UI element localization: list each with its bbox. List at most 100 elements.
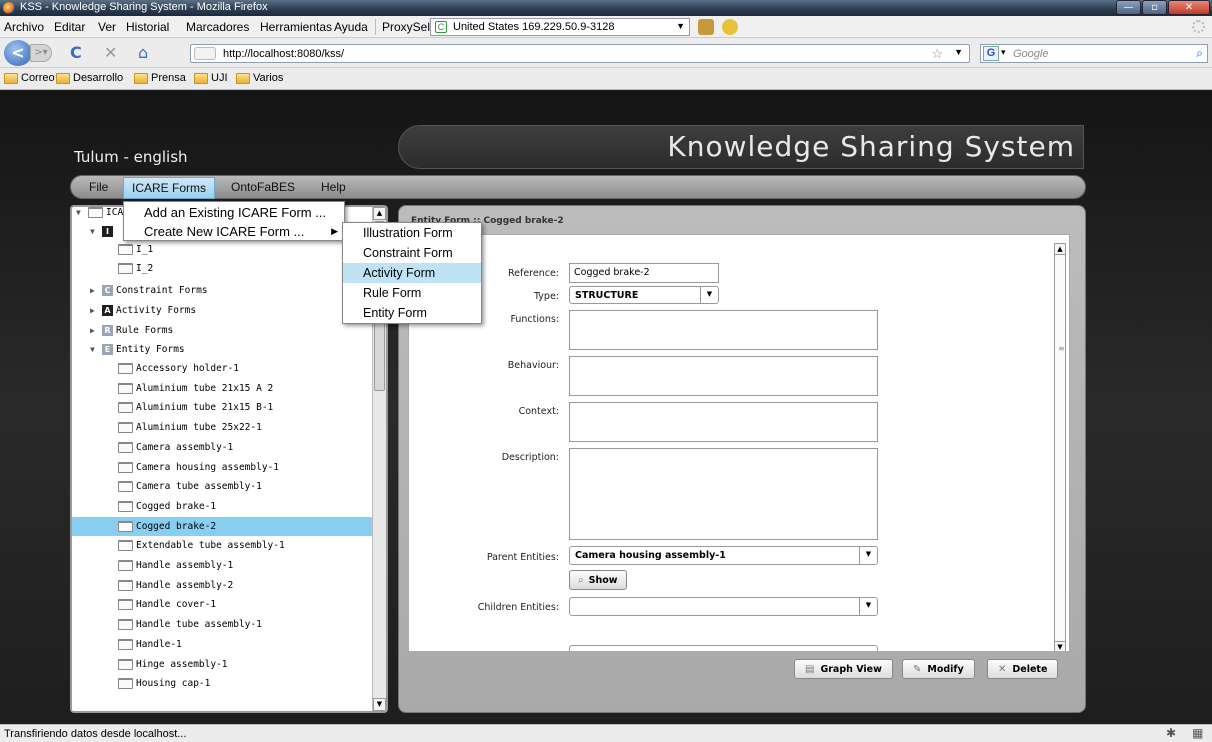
menu-item-entity-form[interactable]: Entity Form: [343, 303, 481, 323]
bookmark-folder-correo[interactable]: Correo: [4, 72, 55, 84]
tree-constraint-forms[interactable]: ▶ C Constraint Forms: [90, 281, 208, 300]
show-button[interactable]: ⌕ Show: [569, 570, 627, 590]
graph-view-button[interactable]: ▤ Graph View: [794, 659, 893, 679]
reference-field[interactable]: Cogged brake-2: [569, 263, 719, 283]
delete-button[interactable]: ✕ Delete: [987, 659, 1059, 679]
collapse-icon[interactable]: ▶: [90, 281, 99, 300]
bookmark-folder-desarrollo[interactable]: Desarrollo: [56, 72, 123, 84]
menu-archivo[interactable]: Archivo: [4, 20, 44, 34]
bookmark-folder-varios[interactable]: Varios: [236, 72, 283, 84]
parent-entities-select[interactable]: Camera housing assembly-1 ▼: [569, 546, 878, 565]
tree-entity-item[interactable]: Housing cap-1: [118, 674, 210, 693]
context-field[interactable]: [569, 402, 878, 442]
tree-item[interactable]: I_1: [118, 240, 153, 259]
tree-entity-item[interactable]: Handle assembly-2: [118, 576, 233, 595]
behaviour-field[interactable]: [569, 356, 878, 396]
tree-item[interactable]: I_2: [118, 259, 153, 278]
tree-entity-item[interactable]: Extendable tube assembly-1: [118, 536, 285, 555]
menu-herramientas[interactable]: Herramientas: [260, 20, 332, 34]
menu-item-create-new[interactable]: Create New ICARE Form ...: [144, 224, 304, 239]
tree-entity-item[interactable]: Camera housing assembly-1: [118, 458, 279, 477]
tree-entity-item[interactable]: Handle-1: [118, 635, 182, 654]
description-field[interactable]: [569, 448, 878, 540]
menu-icare-forms[interactable]: ICARE Forms: [123, 177, 216, 199]
tree-activity-forms[interactable]: ▶ A Activity Forms: [90, 301, 196, 320]
tree-entity-item[interactable]: Handle cover-1: [118, 595, 216, 614]
bookmark-star-icon[interactable]: ☆: [931, 46, 943, 62]
bookmark-label: Desarrollo: [73, 72, 124, 84]
toolbar-extension-icon[interactable]: [698, 19, 714, 35]
tree-illustration-forms[interactable]: ▼ I: [90, 222, 113, 241]
expand-icon[interactable]: ▼: [90, 222, 99, 241]
toolbar-smiley-icon[interactable]: [722, 19, 738, 35]
functions-field[interactable]: [569, 310, 878, 350]
url-bar[interactable]: http://localhost:8080/kss/ ☆ ▼: [190, 44, 970, 63]
menu-item-activity-form[interactable]: Activity Form: [343, 263, 481, 283]
children-entities-select[interactable]: ▼: [569, 597, 878, 616]
partial-field-below[interactable]: [569, 645, 878, 651]
menu-file[interactable]: File: [89, 180, 108, 194]
scroll-down-icon[interactable]: ▼: [373, 698, 386, 711]
bug-icon[interactable]: ✱: [1166, 726, 1176, 740]
url-dropdown-icon[interactable]: ▼: [954, 47, 963, 57]
menu-help[interactable]: Help: [321, 180, 346, 194]
collapse-icon[interactable]: ▶: [90, 321, 99, 340]
expand-icon[interactable]: ▼: [90, 340, 99, 359]
menu-historial[interactable]: Historial: [126, 20, 169, 34]
network-icon[interactable]: ▦: [1192, 726, 1203, 740]
modify-button[interactable]: ✎ Modify: [902, 659, 975, 679]
children-entities-label: Children Entities:: [477, 602, 559, 613]
scroll-up-icon[interactable]: ▲: [373, 207, 386, 220]
expand-icon[interactable]: ▼: [76, 207, 85, 222]
back-button[interactable]: <: [4, 40, 32, 66]
menu-item-rule-form[interactable]: Rule Form: [343, 283, 481, 303]
bookmark-folder-prensa[interactable]: Prensa: [134, 72, 186, 84]
reload-icon[interactable]: C: [70, 44, 82, 62]
scroll-up-icon[interactable]: ▲: [1054, 243, 1066, 255]
tree-entity-item[interactable]: Cogged brake-2: [72, 516, 375, 536]
tree-entity-item[interactable]: Aluminium tube 21x15 A 2: [118, 379, 273, 398]
close-window-button[interactable]: ✕: [1168, 0, 1210, 15]
proxysel-label[interactable]: ProxySel: [382, 20, 430, 34]
tree-entity-item[interactable]: Camera tube assembly-1: [118, 477, 262, 496]
google-engine-icon[interactable]: G: [983, 46, 999, 61]
bookmark-label: Varios: [253, 72, 284, 84]
menu-item-illustration-form[interactable]: Illustration Form: [343, 223, 481, 243]
home-icon[interactable]: ⌂: [138, 44, 148, 62]
rule-badge-icon: R: [102, 325, 113, 336]
search-icon[interactable]: ⌕: [1196, 46, 1203, 61]
tree-rule-forms[interactable]: ▶ R Rule Forms: [90, 321, 173, 340]
site-identity-icon[interactable]: [194, 47, 216, 60]
menu-marcadores[interactable]: Marcadores: [186, 20, 249, 34]
tree-entity-item[interactable]: Aluminium tube 21x15 B-1: [118, 398, 273, 417]
tree-entity-item[interactable]: Camera assembly-1: [118, 438, 233, 457]
type-select[interactable]: STRUCTURE ▼: [569, 286, 719, 304]
tree-entity-item[interactable]: Handle tube assembly-1: [118, 615, 262, 634]
tree-entity-item[interactable]: Accessory holder-1: [118, 359, 239, 378]
tree-entity-item[interactable]: Hinge assembly-1: [118, 655, 228, 674]
tree-entity-item[interactable]: Cogged brake-1: [118, 497, 216, 516]
menu-editar[interactable]: Editar: [54, 20, 85, 34]
menu-ver[interactable]: Ver: [98, 20, 116, 34]
search-bar[interactable]: G ▾ Google ⌕: [980, 44, 1208, 63]
maximize-button[interactable]: ▫: [1142, 0, 1167, 15]
scroll-grip-icon[interactable]: ≡: [1058, 344, 1065, 353]
search-engine-dropdown-icon[interactable]: ▾: [1001, 47, 1006, 58]
bookmark-folder-uji[interactable]: UJI: [194, 72, 228, 84]
menu-item-constraint-form[interactable]: Constraint Form: [343, 243, 481, 263]
scroll-down-icon[interactable]: ▼: [1054, 641, 1066, 651]
tree-item-label: I_1: [136, 244, 154, 255]
forward-button[interactable]: >▾: [30, 44, 52, 62]
tree-entity-forms[interactable]: ▼ E Entity Forms: [90, 340, 185, 359]
proxy-select[interactable]: C United States 169.229.50.9-3128 ▼: [430, 18, 690, 36]
collapse-icon[interactable]: ▶: [90, 301, 99, 320]
tree-entity-item[interactable]: Aluminium tube 25x22-1: [118, 418, 262, 437]
stop-icon[interactable]: ✕: [104, 44, 117, 62]
minimize-button[interactable]: —: [1116, 0, 1141, 15]
menu-ontofabes[interactable]: OntoFaBES: [231, 180, 295, 194]
menu-ayuda[interactable]: Ayuda: [334, 20, 368, 34]
menu-item-add-existing[interactable]: Add an Existing ICARE Form ...: [144, 205, 326, 220]
form-scrollbar[interactable]: ▲ ≡ ▼: [1054, 243, 1066, 651]
tree-entity-item[interactable]: Handle assembly-1: [118, 556, 233, 575]
tree-item-label: Handle cover-1: [136, 599, 217, 611]
